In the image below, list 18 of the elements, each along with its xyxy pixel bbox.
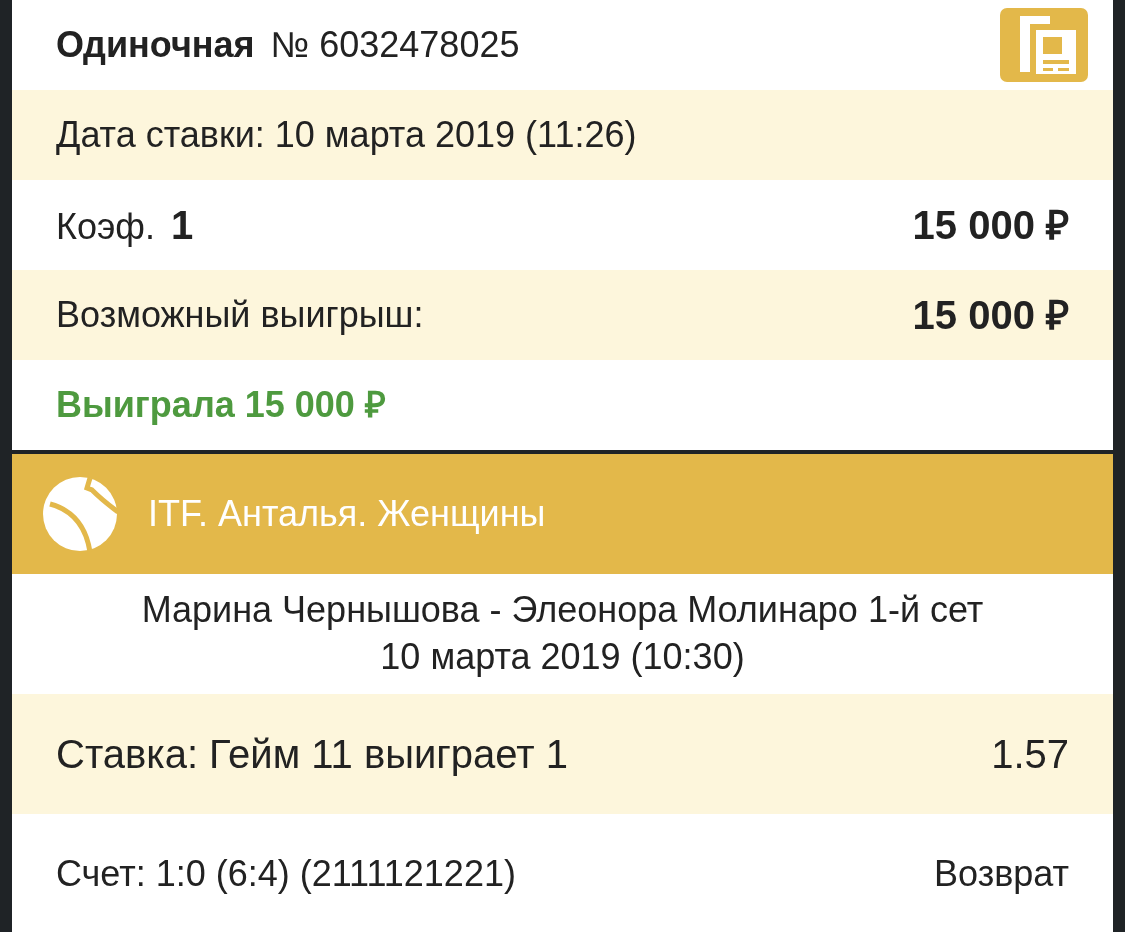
bet-number: № 6032478025 [270, 23, 520, 67]
potential-win-amount: 15 000 ₽ [912, 292, 1069, 339]
bet-date: Дата ставки: 10 марта 2019 (11:26) [56, 113, 637, 157]
potential-win-label: Возможный выигрыш: [56, 293, 424, 337]
tennis-ball-icon [42, 476, 118, 552]
league-name: ITF. Анталья. Женщины [148, 492, 546, 536]
bet-type: Одиночная [56, 23, 255, 67]
result-text: Выиграла 15 000 ₽ [56, 383, 386, 427]
selection-label: Ставка: Гейм 11 выиграет 1 [56, 731, 568, 778]
stake-amount: 15 000 ₽ [912, 202, 1069, 249]
match-date: 10 марта 2019 (10:30) [380, 635, 745, 679]
bet-status: Возврат [934, 852, 1069, 896]
selection-odds: 1.57 [991, 731, 1069, 778]
match-name: Марина Чернышова - Элеонора Молинаро 1-й сет [141, 588, 984, 633]
odds-value: 1 [171, 202, 194, 249]
document-copy-icon[interactable] [1000, 8, 1088, 82]
score-text: Счет: 1:0 (6:4) (2111121221) [56, 852, 516, 896]
odds-label: Коэф. [56, 205, 155, 249]
